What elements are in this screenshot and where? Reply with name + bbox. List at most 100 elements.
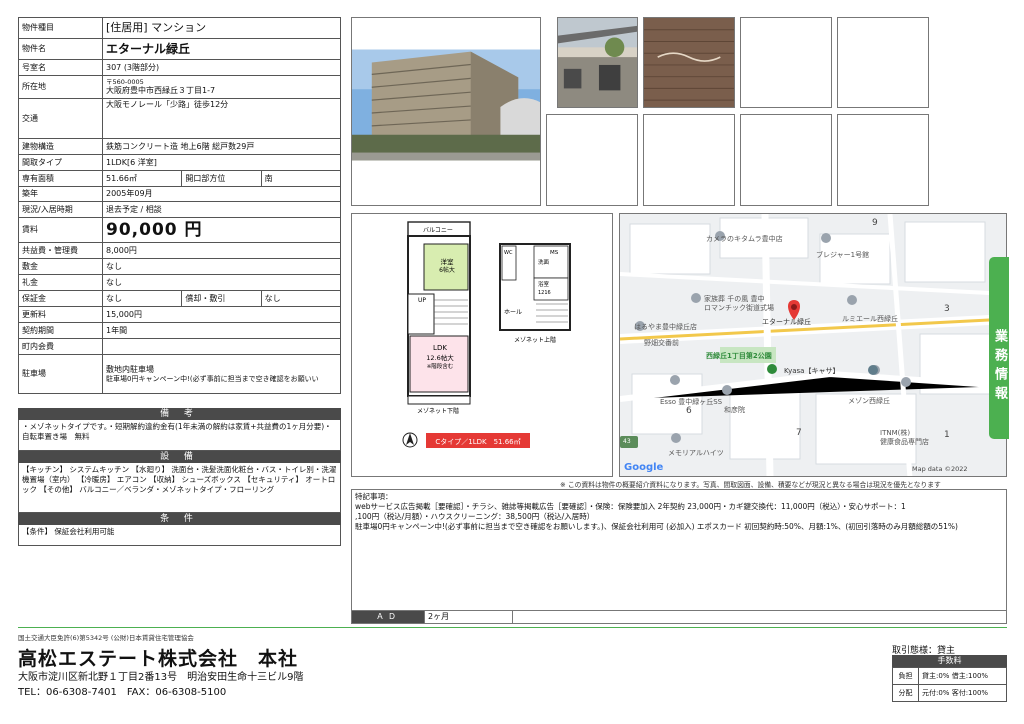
map-label: 野畑交番前 bbox=[644, 339, 679, 347]
type-badge: Cタイプ／1LDK 51.66㎡ bbox=[435, 437, 520, 446]
map-block-number: 7 bbox=[796, 428, 802, 438]
status-label: 現況/入居時期 bbox=[18, 201, 103, 218]
parking-photo bbox=[557, 17, 638, 108]
map-label: 健康食品専門店 bbox=[880, 438, 929, 446]
map-label: ブレジャー1号館 bbox=[816, 251, 870, 259]
special-title: 特記事項： bbox=[355, 492, 393, 501]
commission-row-value: 貸主:0% 借主:100% bbox=[918, 667, 1007, 685]
commission-row-label: 負担 bbox=[892, 667, 919, 685]
conditions-text: 【条件】 保証会社利用可能 bbox=[18, 525, 341, 546]
name-label: 物件名 bbox=[18, 38, 103, 60]
hall-label: ホール bbox=[504, 309, 522, 316]
google-logo: Google bbox=[624, 462, 664, 473]
ldk-note: ※階段含む bbox=[427, 362, 454, 370]
ad-value: 2ヶ月 bbox=[428, 612, 450, 621]
layout-label: 間取タイプ bbox=[18, 154, 103, 171]
location-map[interactable]: カメラのキタムラ豊中店 ブレジャー1号館 家族葬 千の風 豊中 ロマンチック街道… bbox=[619, 213, 1007, 477]
built-label: 築年 bbox=[18, 186, 103, 202]
built-value: 2005年09月 bbox=[102, 186, 341, 202]
deposit-label: 保証金 bbox=[18, 290, 103, 307]
status-value: 退去予定 / 相談 bbox=[102, 201, 341, 218]
photo-slot-empty bbox=[837, 114, 929, 206]
photo-slot-empty bbox=[643, 114, 735, 206]
renewal-label: 更新料 bbox=[18, 306, 103, 323]
amort-label: 償却・敷引 bbox=[181, 290, 262, 307]
north-arrow-icon bbox=[406, 433, 414, 445]
special-line: webサービス広告掲載［要確認］・チラシ、雑誌等掲載広告［要確認］・保険：保険要… bbox=[355, 502, 906, 511]
map-label: メモリアルハイツ bbox=[668, 449, 724, 457]
remarks-heading: 備 考 bbox=[18, 408, 341, 420]
address-value: 大阪府豊中市西緑丘３丁目1-7 bbox=[106, 86, 216, 95]
remarks-text: ・メゾネットタイプです。・短期解約違約金有(1年未満の解約は家賃+共益費の1ヶ月… bbox=[18, 420, 341, 451]
traffic-label: 交通 bbox=[18, 98, 103, 139]
reikin-label: 礼金 bbox=[18, 274, 103, 291]
company-name: 高松エステート株式会社 本社 bbox=[18, 648, 299, 670]
floorplan-drawing: バルコニー 洋室 6帖大 UP LDK 12.6帖大 ※階段含む メゾネット下階… bbox=[402, 221, 571, 448]
divider bbox=[512, 611, 513, 623]
type-label: 物件種目 bbox=[18, 17, 103, 39]
special-line: ,100円（税込/月額）・ハウスクリーニング：38,500円（税込/入居時） bbox=[355, 512, 595, 521]
address-label: 所在地 bbox=[18, 75, 103, 99]
wc-label: WC bbox=[504, 250, 513, 256]
ldk-size: 12.6帖大 bbox=[426, 353, 454, 362]
fee-value: 8,000円 bbox=[102, 242, 341, 259]
special-notes: 特記事項： webサービス広告掲載［要確認］・チラシ、雑誌等掲載広告［要確認］・… bbox=[351, 489, 1007, 611]
route-number: 43 bbox=[623, 438, 631, 445]
bath-size: 1216 bbox=[538, 290, 551, 296]
map-label: ロマンチック街道式場 bbox=[704, 304, 774, 312]
equipment-heading: 設 備 bbox=[18, 451, 341, 463]
room-value: 307 (3階部分) bbox=[102, 59, 341, 76]
map-block-number: 1 bbox=[944, 430, 950, 440]
license-text: 国土交通大臣免許(6)第5342号 (公財)日本賃貸住宅管理協会 bbox=[18, 634, 194, 642]
map-label: Kyasa【キャサ】 bbox=[784, 367, 840, 375]
deposit-value: なし bbox=[101, 290, 183, 307]
parking-label: 駐車場 bbox=[18, 354, 103, 394]
ad-label: ＡＤ bbox=[352, 611, 424, 623]
renewal-value: 15,000円 bbox=[102, 306, 341, 323]
postal-code: 〒560-0005 bbox=[106, 78, 144, 86]
map-block-number: 3 bbox=[944, 304, 950, 314]
disclaimer: ※ この資料は物件の概要紹介資料になります。写真、間取図面、設備、積要などが現況… bbox=[560, 481, 941, 489]
map-label-park: 西緑丘1丁目第2公園 bbox=[706, 352, 772, 360]
conditions-heading: 条 件 bbox=[18, 513, 341, 525]
lower-floor-label: メゾネット下階 bbox=[417, 407, 459, 415]
company-phone: TEL：06-6308-7401 FAX：06-6308-5100 bbox=[18, 687, 227, 698]
map-credit: Map data ©2022 bbox=[912, 465, 968, 473]
layout-value: 1LDK[6 洋室] bbox=[102, 154, 341, 171]
floorplan: バルコニー 洋室 6帖大 UP LDK 12.6帖大 ※階段含む メゾネット下階… bbox=[351, 213, 613, 477]
ad-row: ＡＤ 2ヶ月 bbox=[351, 611, 1007, 624]
building-exterior-photo bbox=[351, 17, 541, 206]
commission-table: 負担 貸主:0% 借主:100% 分配 元付:0% 客付:100% bbox=[892, 667, 1007, 702]
western-room-size: 6帖大 bbox=[439, 266, 455, 274]
divider bbox=[424, 611, 425, 623]
balcony-label: バルコニー bbox=[423, 227, 453, 234]
washroom-label: 洗面 bbox=[538, 258, 550, 266]
room-label: 号室名 bbox=[18, 59, 103, 76]
commission-row-value: 元付:0% 客付:100% bbox=[918, 684, 1007, 702]
bath-label: 浴室 bbox=[538, 280, 550, 288]
map-label: カメラのキタムラ豊中店 bbox=[706, 235, 783, 243]
area-label: 専有面積 bbox=[18, 170, 103, 187]
term-label: 契約期間 bbox=[18, 322, 103, 339]
property-name: エターナル緑丘 bbox=[102, 38, 341, 60]
equipment-text: 【キッチン】 システムキッチン 【水廻り】 洗面台・洗髪洗面化粧台・バス・トイレ… bbox=[18, 463, 341, 513]
photo-slot-empty bbox=[740, 114, 832, 206]
shikikin-value: なし bbox=[102, 258, 341, 275]
parking-note: 駐車場0円キャンペーン中!(必ず事前に担当まで空き確認をお願いい bbox=[106, 375, 319, 383]
stair-up-label: UP bbox=[418, 297, 426, 304]
photo-slot-empty bbox=[837, 17, 929, 108]
type-value: [住居用] マンション bbox=[102, 17, 341, 39]
parking-cell: 敷地内駐車場 駐車場0円キャンペーン中!(必ず事前に担当まで空き確認をお願いい bbox=[102, 354, 341, 394]
council-label: 町内会費 bbox=[18, 338, 103, 355]
structure-label: 建物構造 bbox=[18, 138, 103, 155]
footer-divider bbox=[18, 627, 1007, 628]
area-value: 51.66㎡ bbox=[101, 170, 183, 187]
map-label-property: エターナル緑丘 bbox=[762, 318, 811, 326]
structure-value: 鉄筋コンクリート造 地上6階 総戸数29戸 bbox=[102, 138, 341, 155]
map-label: メゾン西緑丘 bbox=[848, 397, 890, 405]
map-block-number: 6 bbox=[686, 406, 692, 416]
rent-label: 賃料 bbox=[18, 217, 103, 243]
side-tab[interactable]: 業務情報 bbox=[989, 257, 1009, 439]
term-value: 1年間 bbox=[102, 322, 341, 339]
nameplate-photo bbox=[643, 17, 735, 108]
